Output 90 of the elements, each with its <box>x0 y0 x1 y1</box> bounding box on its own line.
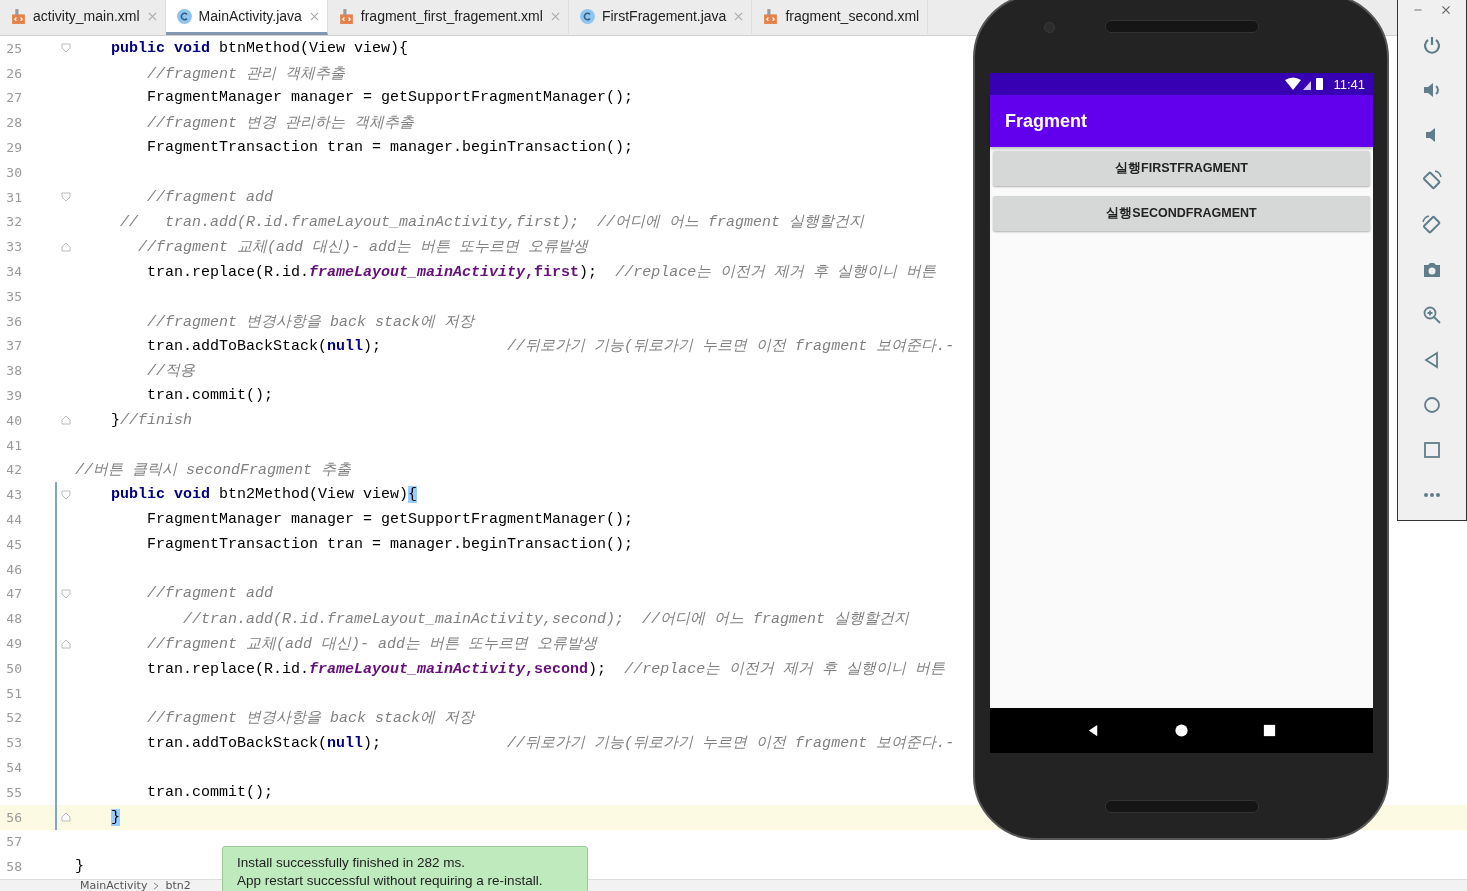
app-button[interactable]: 실행SECONDFRAGMENT <box>993 196 1370 231</box>
code-line: //fragment add <box>146 188 274 206</box>
code-line: //tran.add(R.id.frameLayout_mainActivity,second); //어디에 어느 fragment 실행할건지 <box>182 610 910 629</box>
line-number: 31 <box>5 189 22 205</box>
line-number: 52 <box>5 710 22 726</box>
line-number: 37 <box>5 338 22 354</box>
line-number: 30 <box>5 164 22 180</box>
close-icon[interactable] <box>309 11 319 21</box>
xml-file-icon <box>762 7 780 25</box>
code-line: public void btnMethod(View view){ <box>110 39 409 57</box>
code-line: //fragment 교체(add 대신)- add는 버튼 또누르면 오류발생 <box>146 635 598 653</box>
power-icon[interactable] <box>1422 35 1442 55</box>
code-line: FragmentTransaction tran = manager.beginTransaction(); <box>146 535 634 553</box>
rotate-right-icon[interactable] <box>1422 215 1442 235</box>
close-icon[interactable] <box>1440 4 1452 16</box>
toast-message: App restart successful without requiring a re-install. <box>237 872 544 890</box>
code-line: tran.addToBackStack(null); //뒤로가기 기능(뒤로가기 누르면 이전 fragment 보여준다.- <box>146 734 955 753</box>
code-line: FragmentManager manager = getSupportFragmentManager(); <box>146 89 634 107</box>
line-number: 49 <box>5 636 22 651</box>
class-file-icon <box>578 7 596 25</box>
file-tab[interactable]: fragment_first_fragement.xml <box>327 0 569 35</box>
line-number: 39 <box>5 388 22 404</box>
line-number: 34 <box>5 264 22 280</box>
code-line: // tran.add(R.id.frameLayout_mainActivity,first); //어디에 어느 fragment 실행할건지 <box>119 213 865 232</box>
line-number: 25 <box>5 40 22 56</box>
overview-icon[interactable] <box>1261 723 1277 738</box>
status-time: 11:41 <box>1333 76 1365 92</box>
line-number: 58 <box>5 859 22 875</box>
line-number: 28 <box>5 115 22 131</box>
rotate-left-icon[interactable] <box>1422 170 1442 190</box>
line-number: 29 <box>5 140 22 156</box>
line-number: 57 <box>5 834 22 850</box>
file-tab[interactable]: fragment_second.xml <box>752 0 929 35</box>
line-number: 36 <box>5 313 22 329</box>
class-file-icon <box>175 7 193 25</box>
code-line: tran.commit(); <box>146 783 274 801</box>
line-number: 56 <box>5 809 22 825</box>
volume-up-icon[interactable] <box>1422 80 1442 100</box>
line-number: 48 <box>5 611 22 627</box>
zoom-in-icon[interactable] <box>1422 305 1442 325</box>
breadcrumb-item[interactable]: MainActivity <box>80 880 148 891</box>
code-line: } <box>75 858 84 876</box>
status-icons <box>1285 77 1326 91</box>
line-number: 38 <box>5 363 22 379</box>
line-number: 32 <box>5 214 22 230</box>
xml-file-icon <box>337 7 355 25</box>
line-number: 47 <box>5 586 22 602</box>
line-number: 51 <box>5 685 22 701</box>
toast-message: Install successfully finished in 282 ms. <box>237 854 467 872</box>
code-line: //버튼 클릭시 secondFragment 추출 <box>75 461 352 480</box>
line-number: 54 <box>5 760 22 775</box>
line-number: 53 <box>5 735 22 751</box>
line-number: 50 <box>5 660 22 676</box>
chevron-icon <box>153 882 160 891</box>
code-line: //fragment 변경사항을 back stack에 저장 <box>146 312 475 331</box>
code-line: //fragment 변경사항을 back stack에 저장 <box>146 709 475 728</box>
code-line: tran.replace(R.id.frameLayout_mainActivity,second); //replace는 이전거 제거 후 실행이니 버튼 <box>146 659 946 678</box>
code-line: public void btn2Method(View view){ <box>110 486 418 504</box>
line-number: 42 <box>5 462 22 478</box>
app-title: Fragment <box>1005 110 1087 132</box>
code-line: //적용 <box>146 362 196 381</box>
line-number: 33 <box>5 239 22 255</box>
line-number: 26 <box>5 65 22 81</box>
line-number: 55 <box>5 784 22 800</box>
code-line: FragmentManager manager = getSupportFragmentManager(); <box>146 511 634 529</box>
code-line: //fragment 변경 관리하는 객체추출 <box>146 114 415 133</box>
code-line: }//finish <box>110 411 193 429</box>
code-line: tran.commit(); <box>146 387 274 405</box>
code-line: //fragment 관리 객체추출 <box>146 64 346 83</box>
line-number: 45 <box>5 536 22 552</box>
line-number: 46 <box>5 561 22 577</box>
line-number: 41 <box>5 437 22 453</box>
line-number: 40 <box>5 412 22 428</box>
home-icon[interactable] <box>1174 723 1189 738</box>
breadcrumb-item[interactable]: btn2 <box>165 880 191 891</box>
code-line: tran.replace(R.id.frameLayout_mainActivity,first); //replace는 이전거 제거 후 실행이니 버튼 <box>146 263 937 282</box>
code-line: //fragment add <box>146 585 274 603</box>
code-line: tran.addToBackStack(null); //뒤로가기 기능(뒤로가기 누르면 이전 fragment 보여준다.- <box>146 337 955 356</box>
camera-icon[interactable] <box>1422 260 1442 280</box>
file-tab[interactable]: activity_main.xml <box>0 0 166 35</box>
xml-file-icon <box>10 7 27 25</box>
line-number: 43 <box>5 487 22 503</box>
app-button[interactable]: 실행FIRSTFRAGMENT <box>993 151 1370 186</box>
line-number: 44 <box>5 512 22 528</box>
line-number: 27 <box>5 90 22 106</box>
code-line: //fragment 교체(add 대신)- add는 버튼 또누르면 오류발생 <box>137 238 589 257</box>
code-line: FragmentTransaction tran = manager.beginTransaction(); <box>146 139 634 157</box>
file-tab[interactable]: MainActivity.java <box>165 0 328 35</box>
line-number: 35 <box>5 288 22 304</box>
file-tab[interactable]: FirstFragement.java <box>568 0 753 35</box>
